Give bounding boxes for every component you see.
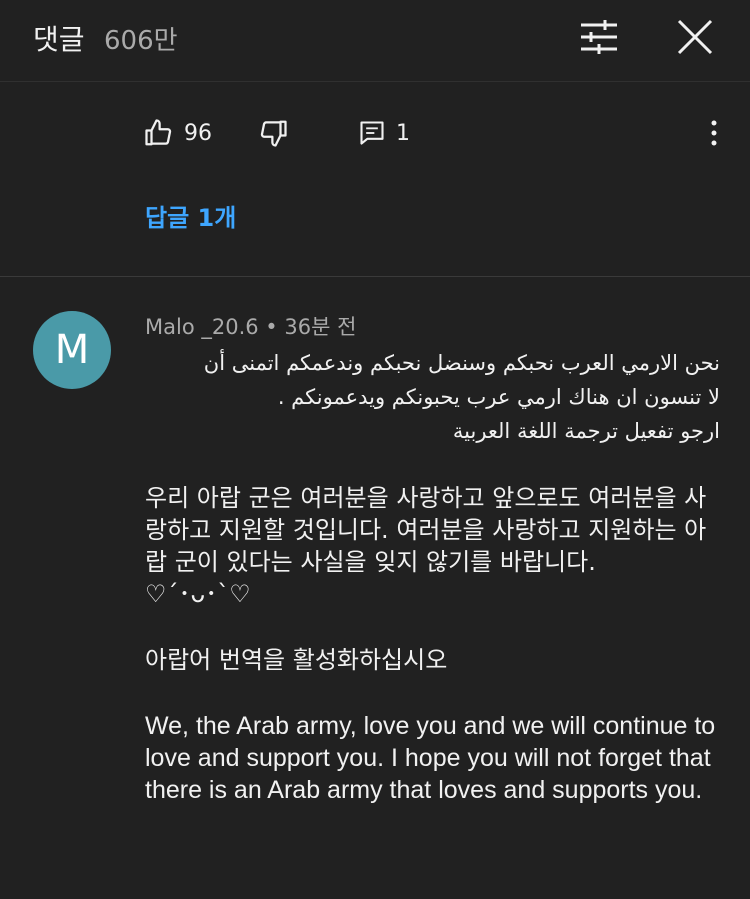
dislike-button[interactable]: [258, 110, 288, 156]
more-options-button[interactable]: [700, 110, 728, 156]
comment-meta: Malo _20.6 • 36분 전: [145, 311, 356, 341]
comment-actions: 96 1: [0, 110, 750, 156]
emoticon: ♡´･ᴗ･`♡: [145, 580, 251, 608]
avatar-letter: M: [54, 327, 90, 373]
comment-body: نحن الارمي العرب نحبكم وسنضل نحبكم وندعم…: [145, 346, 720, 806]
reply-count: 1: [396, 120, 410, 146]
like-count: 96: [184, 120, 212, 146]
comment-time: 36분 전: [284, 315, 357, 339]
comment-icon: [360, 121, 384, 145]
thumbs-down-icon: [260, 120, 287, 147]
sort-filter-button[interactable]: [576, 14, 622, 60]
view-replies-link[interactable]: 답글 1개: [145, 198, 236, 233]
close-button[interactable]: [672, 14, 718, 60]
arabic-line: نحن الارمي العرب نحبكم وسنضل نحبكم وندعم…: [203, 351, 720, 375]
close-icon: [677, 19, 713, 55]
like-button[interactable]: 96: [144, 110, 212, 156]
korean-request: 아랍어 번역을 활성화하십시오: [145, 646, 448, 674]
reply-button[interactable]: 1: [358, 110, 410, 156]
more-vertical-icon: [711, 120, 717, 146]
english-paragraph: We, the Arab army, love you and we will …: [145, 712, 716, 804]
comments-header: 댓글 606만: [0, 0, 750, 82]
sliders-icon: [581, 20, 617, 54]
thumbs-up-icon: [145, 119, 172, 146]
header-title: 댓글: [33, 23, 85, 56]
comment-author[interactable]: Malo _20.6: [145, 315, 259, 339]
comment-count: 606만: [104, 26, 178, 56]
divider: [0, 276, 750, 277]
avatar[interactable]: M: [33, 311, 111, 389]
arabic-line: ارجو تفعيل ترجمة اللغة العربية: [452, 419, 720, 443]
korean-paragraph: 우리 아랍 군은 여러분을 사랑하고 앞으로도 여러분을 사랑하고 지원할 것입…: [145, 484, 707, 576]
meta-separator: •: [265, 315, 278, 339]
arabic-line: لا تنسون ان هناك ارمي عرب يحبونكم ويدعمو…: [277, 385, 720, 409]
